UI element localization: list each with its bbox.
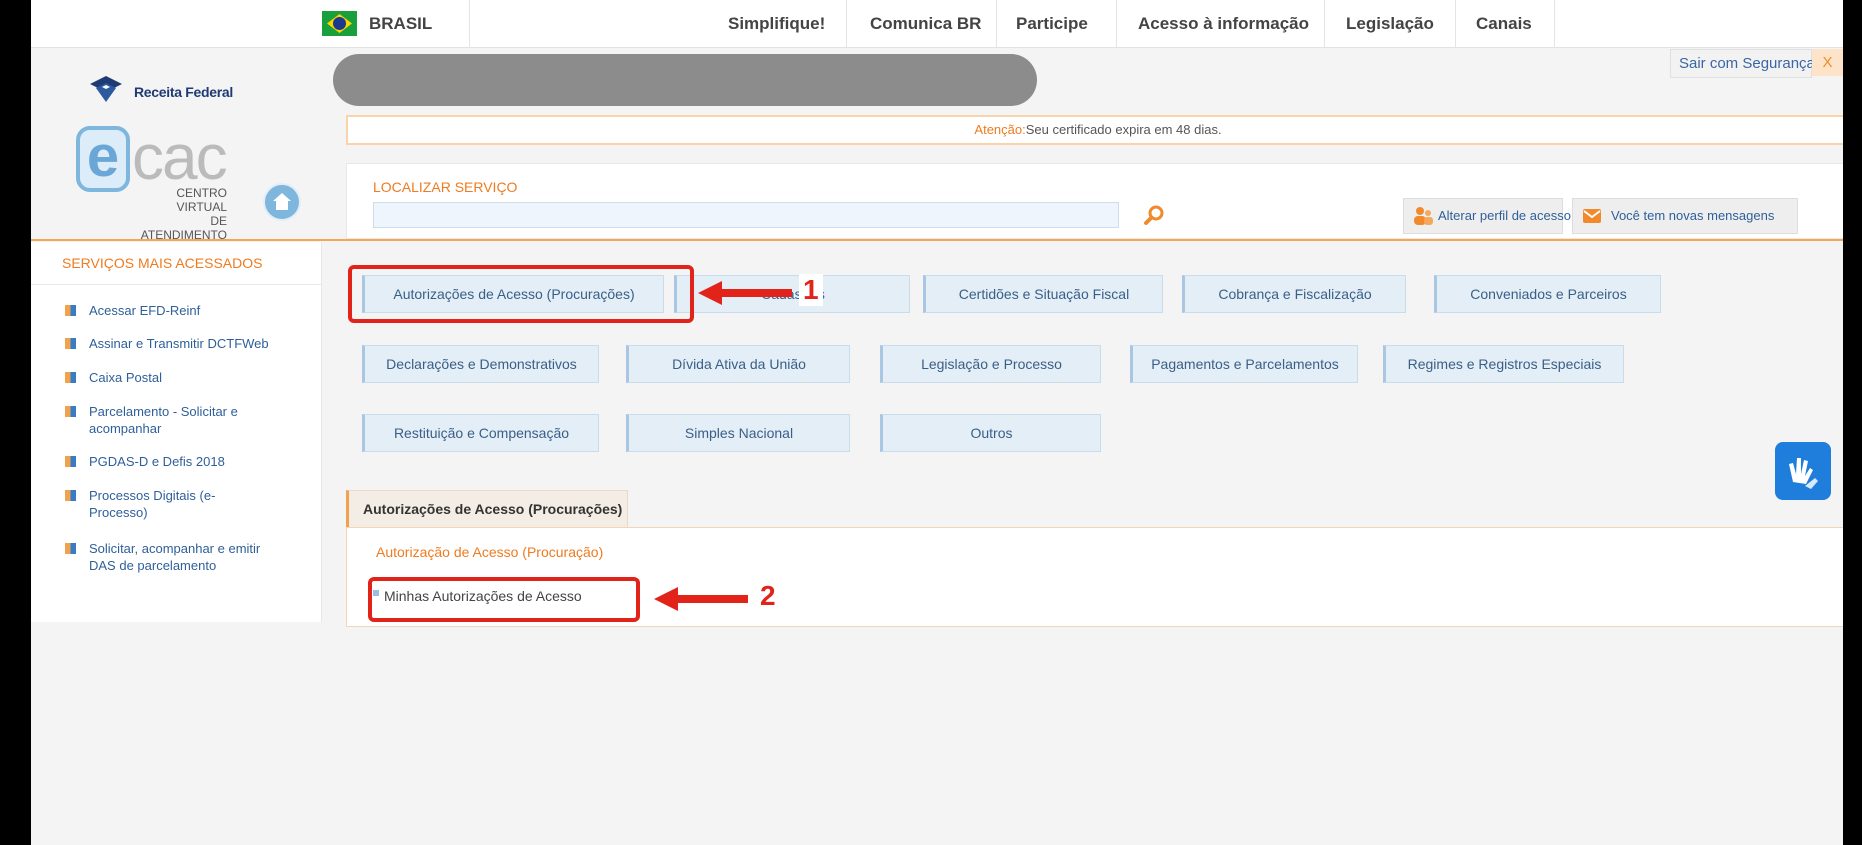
panel-section-title: Autorização de Acesso (Procuração) (376, 544, 604, 560)
gov-link-canais[interactable]: Canais (1476, 14, 1532, 34)
category-cobranca[interactable]: Cobrança e Fiscalização (1182, 275, 1406, 313)
gov-bar: BRASIL Simplifique! Comunica BR Particip… (31, 0, 1843, 48)
category-conveniados[interactable]: Conveniados e Parceiros (1434, 275, 1661, 313)
sidebar-title: SERVIÇOS MAIS ACESSADOS (62, 255, 263, 271)
logo-area: Receita Federal e cac CENTRO VIRTUAL DE … (31, 48, 321, 242)
messages-button[interactable]: Você tem novas mensagens (1572, 198, 1798, 234)
logout-label: Sair com Segurança (1679, 55, 1815, 72)
org-name: Receita Federal (134, 84, 233, 100)
category-pagamentos[interactable]: Pagamentos e Parcelamentos (1130, 345, 1358, 383)
certificate-alert: Atenção:Seu certificado expira em 48 dia… (346, 115, 1843, 145)
bullet-icon (65, 372, 76, 383)
change-profile-button[interactable]: Alterar perfil de acesso (1403, 198, 1571, 234)
gov-link-acesso-informacao[interactable]: Acesso à informação (1138, 14, 1309, 34)
ecac-logo-text: cac (132, 121, 228, 193)
category-declaracoes[interactable]: Declarações e Demonstrativos (362, 345, 599, 383)
home-icon[interactable] (263, 183, 301, 221)
sidebar-item-label: Acessar EFD-Reinf (89, 303, 201, 318)
alert-message: Seu certificado expira em 48 dias. (1025, 122, 1222, 137)
category-restituicao[interactable]: Restituição e Compensação (362, 414, 599, 452)
search-input[interactable] (373, 202, 1119, 228)
category-regimes[interactable]: Regimes e Registros Especiais (1383, 345, 1624, 383)
bullet-icon (65, 406, 76, 417)
category-certidoes[interactable]: Certidões e Situação Fiscal (923, 275, 1163, 313)
annotation-number-2: 2 (756, 580, 780, 612)
brazil-flag-icon (322, 11, 357, 36)
annotation-highlight-1 (348, 265, 694, 323)
bullet-icon (65, 456, 76, 467)
category-legislacao[interactable]: Legislação e Processo (880, 345, 1101, 383)
sidebar-divider (31, 284, 321, 285)
bullet-icon (65, 490, 76, 501)
sidebar-item-label: Caixa Postal (89, 370, 162, 385)
change-profile-label: Alterar perfil de acesso (1438, 208, 1571, 223)
bullet-icon (65, 305, 76, 316)
receita-federal-logo-icon (90, 76, 122, 102)
tab-autorizacoes[interactable]: Autorizações de Acesso (Procurações) (346, 490, 628, 527)
sidebar-item-label: Solicitar, acompanhar e emitir DAS de pa… (89, 541, 261, 573)
users-icon (1414, 207, 1433, 225)
ecac-subtitle: CENTRO VIRTUAL DE ATENDIMENTO (127, 186, 227, 242)
close-icon[interactable]: X (1812, 49, 1843, 76)
redacted-user-info (333, 54, 1037, 106)
annotation-number-1: 1 (799, 274, 823, 306)
annotation-highlight-2 (368, 577, 640, 622)
gov-link-participe[interactable]: Participe (1016, 14, 1088, 34)
gov-link-simplifique[interactable]: Simplifique! (728, 14, 825, 34)
search-label: LOCALIZAR SERVIÇO (373, 179, 518, 195)
header-divider (31, 239, 1843, 241)
category-simples-nacional[interactable]: Simples Nacional (626, 414, 850, 452)
sidebar-item-label: Parcelamento - Solicitar e acompanhar (89, 404, 238, 436)
search-icon[interactable] (1143, 204, 1165, 226)
ecac-subtitle-line2: DE ATENDIMENTO (140, 214, 227, 242)
category-outros[interactable]: Outros (880, 414, 1101, 452)
country-link[interactable]: BRASIL (369, 14, 432, 34)
service-search-box: LOCALIZAR SERVIÇO Alterar perfil de aces… (346, 163, 1843, 239)
sidebar-item-label: Assinar e Transmitir DCTFWeb (89, 336, 269, 351)
messages-label: Você tem novas mensagens (1611, 208, 1775, 223)
gov-link-comunica[interactable]: Comunica BR (870, 14, 981, 34)
gov-link-legislacao[interactable]: Legislação (1346, 14, 1434, 34)
ecac-subtitle-line1: CENTRO VIRTUAL (176, 186, 227, 214)
bullet-icon (65, 338, 76, 349)
annotation-arrow-1-icon (698, 281, 792, 305)
vlibras-hands-icon[interactable] (1775, 442, 1831, 500)
sidebar-item-label: PGDAS-D e Defis 2018 (89, 454, 225, 469)
logout-button[interactable]: Sair com Segurança (1670, 49, 1815, 78)
category-divida-ativa[interactable]: Dívida Ativa da União (626, 345, 850, 383)
envelope-icon (1583, 209, 1601, 223)
sidebar: SERVIÇOS MAIS ACESSADOS Acessar EFD-Rein… (31, 242, 322, 622)
ecac-page: BRASIL Simplifique! Comunica BR Particip… (31, 0, 1843, 845)
ecac-e-icon: e (76, 126, 130, 192)
sidebar-item-label: Processos Digitais (e-Processo) (89, 488, 216, 520)
annotation-arrow-2-icon (654, 587, 748, 611)
bullet-icon (65, 543, 76, 554)
alert-prefix: Atenção: (974, 122, 1026, 137)
